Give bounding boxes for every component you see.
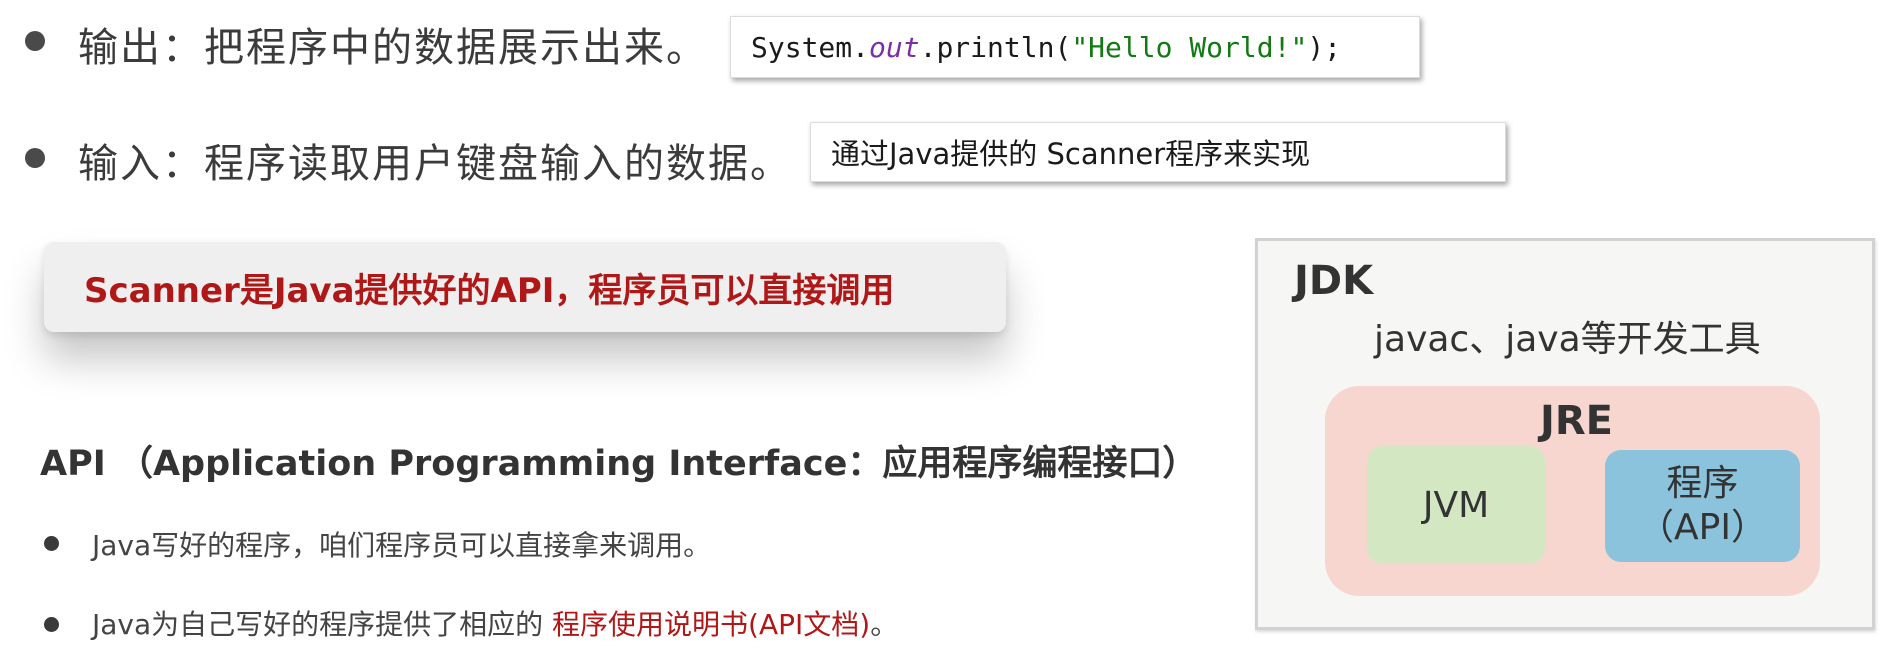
api-bullet-2-text: Java为自己写好的程序提供了相应的: [92, 608, 553, 641]
scanner-note-box: 通过Java提供的 Scanner程序来实现: [810, 122, 1506, 182]
bullet-api-2: [44, 617, 59, 632]
code-string: "Hello World!": [1071, 30, 1308, 64]
code-prefix: System.: [751, 30, 870, 64]
jre-label: JRE: [1540, 398, 1614, 444]
code-out: out: [869, 30, 920, 64]
callout-text: Scanner是Java提供好的API，程序员可以直接调用: [84, 270, 895, 311]
api-label: （API）: [1638, 507, 1767, 548]
scanner-note: 通过Java提供的 Scanner程序来实现: [831, 137, 1311, 171]
program-label: 程序: [1666, 463, 1739, 504]
api-bullet-1: Java写好的程序，咱们程序员可以直接拿来调用。: [92, 529, 712, 562]
program-api-box: 程序 （API）: [1605, 450, 1800, 562]
jvm-box: JVM: [1367, 446, 1545, 564]
api-bullet-2-end: 。: [870, 608, 899, 641]
bullet-input: [25, 148, 45, 168]
api-doc-highlight: 程序使用说明书(API文档): [552, 608, 871, 641]
println-code: System.out.println("Hello World!");: [731, 31, 1341, 64]
bullet-api-1: [44, 536, 59, 551]
jvm-label: JVM: [1422, 484, 1490, 526]
api-heading: API （Application Programming Interface：应…: [40, 444, 1198, 484]
jdk-label: JDK: [1294, 258, 1374, 304]
api-bullet-2: Java为自己写好的程序提供了相应的 程序使用说明书(API文档)。: [92, 603, 898, 643]
output-description: 输出：把程序中的数据展示出来。: [78, 25, 708, 71]
code-middle: .println(: [919, 30, 1072, 64]
println-code-box: System.out.println("Hello World!");: [730, 16, 1420, 78]
code-suffix: );: [1307, 30, 1342, 64]
bullet-output: [25, 31, 45, 51]
jdk-tools: javac、java等开发工具: [1374, 319, 1761, 360]
input-description: 输入：程序读取用户键盘输入的数据。: [78, 141, 792, 187]
scanner-callout: Scanner是Java提供好的API，程序员可以直接调用: [44, 242, 1006, 332]
